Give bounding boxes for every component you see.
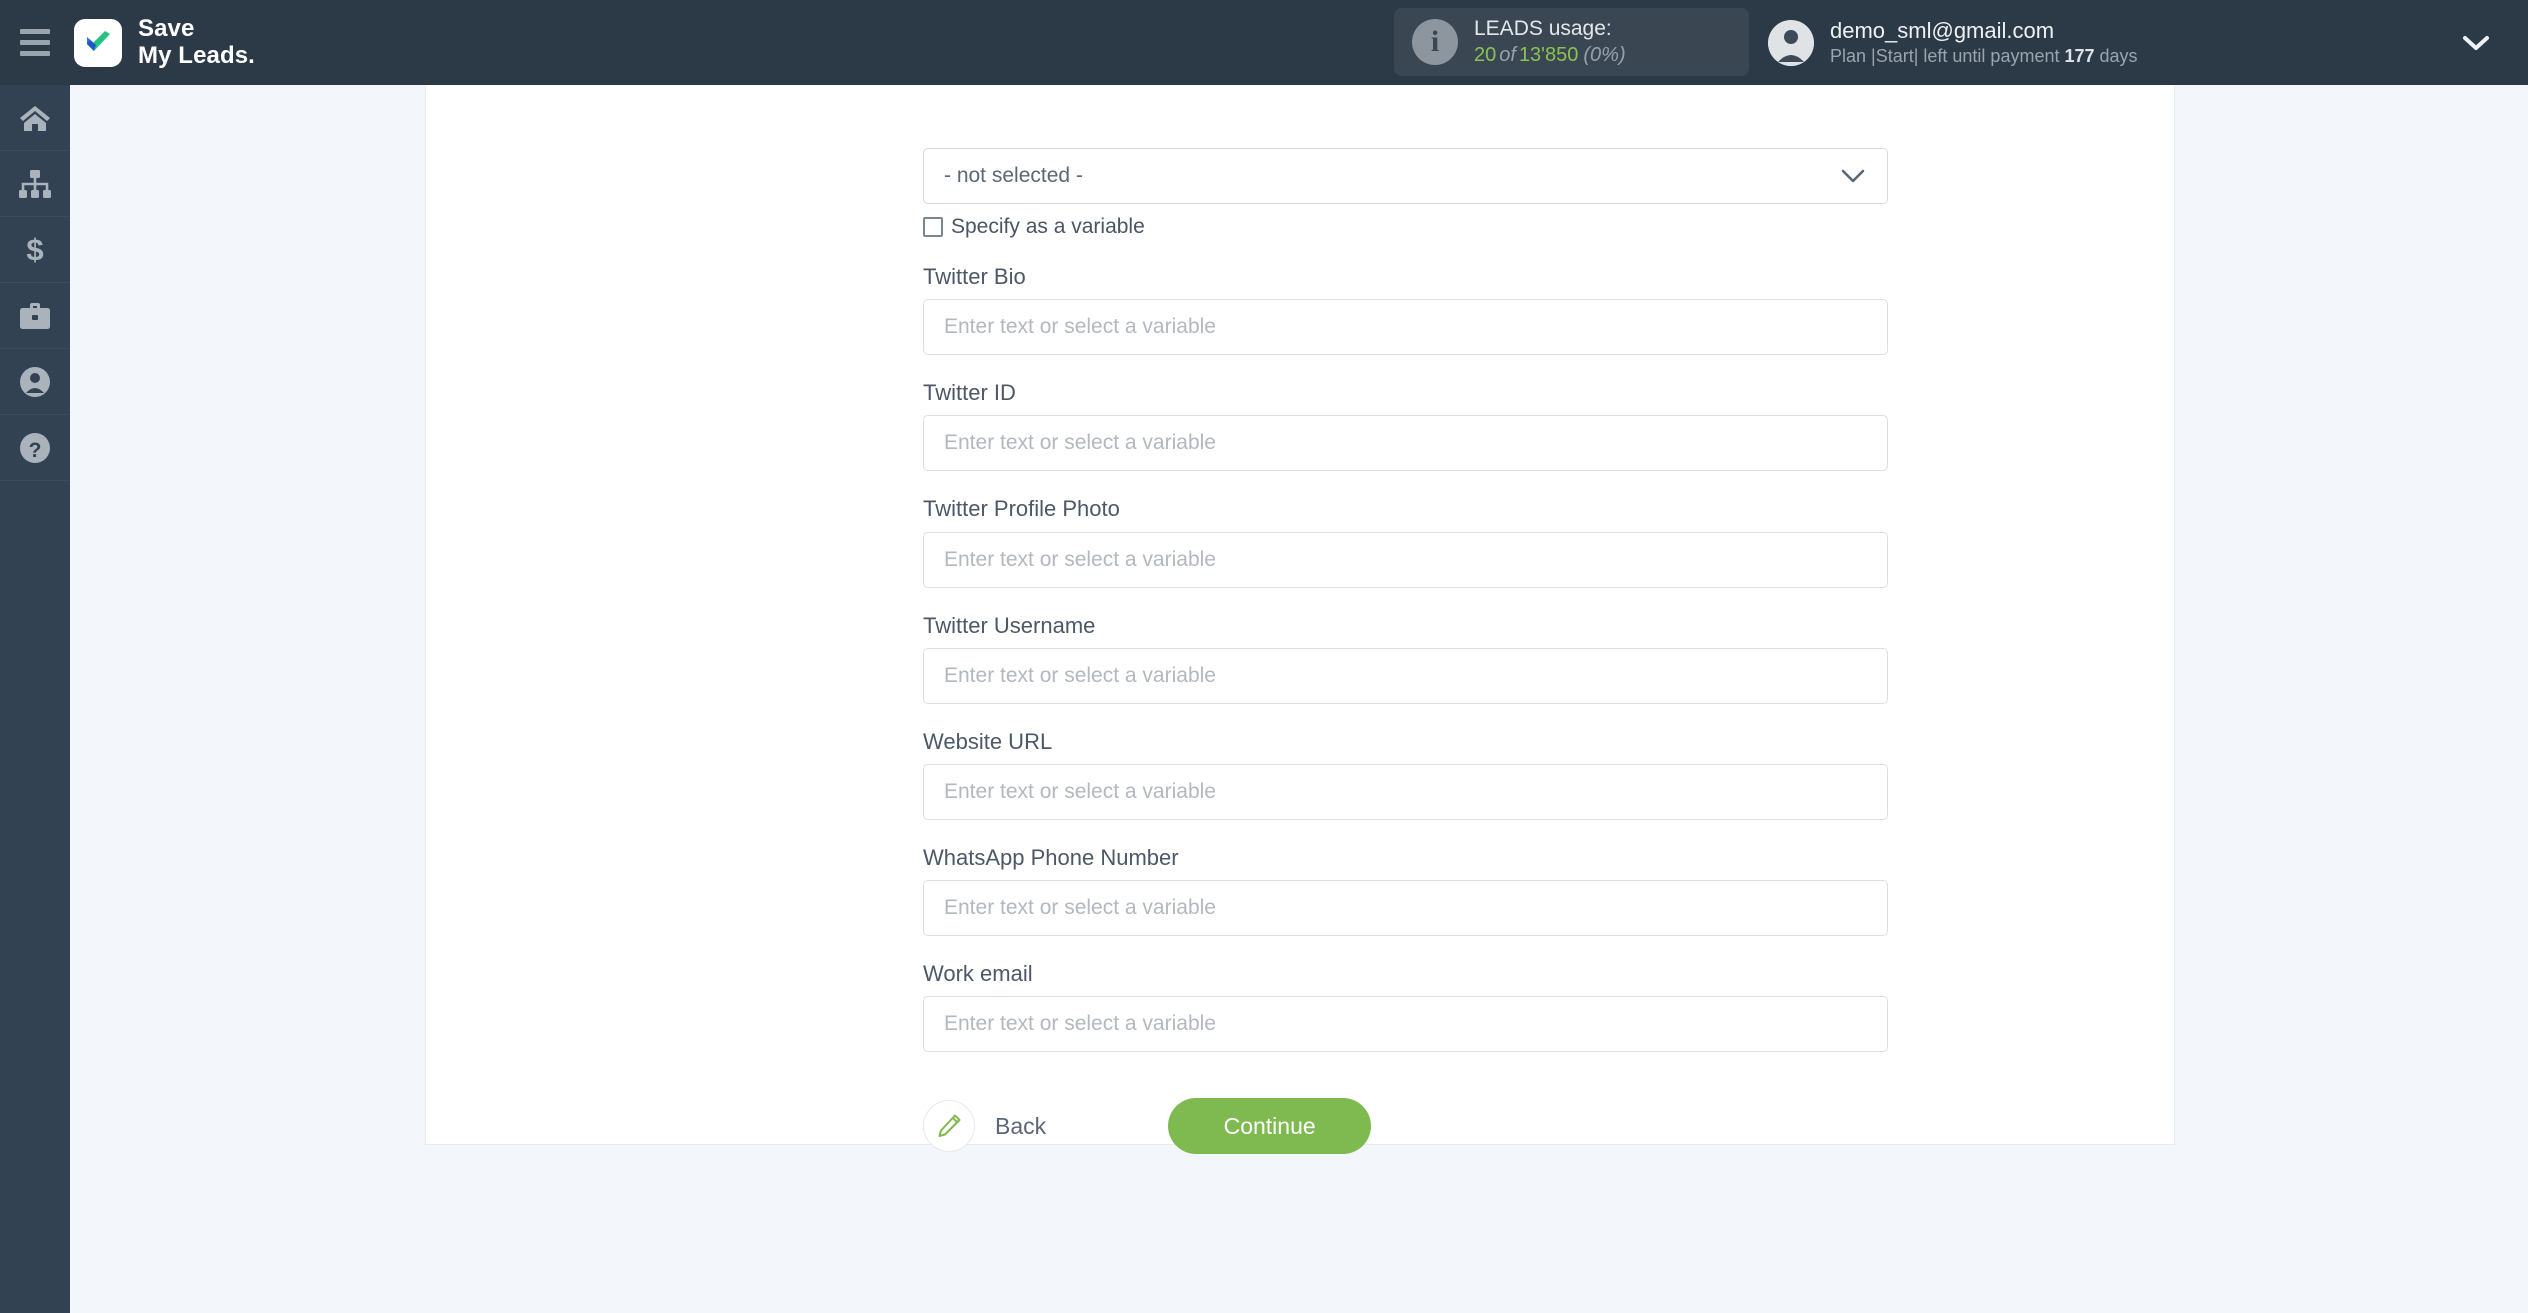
svg-text:$: $ <box>26 233 43 267</box>
sidebar-item-profile[interactable] <box>0 349 70 415</box>
hamburger-bar <box>20 51 50 56</box>
field-mapping-form: - not selected - Specify as a variable T… <box>923 148 1888 1155</box>
back-button[interactable]: Back <box>923 1100 1047 1153</box>
usage-values: 20 of 13'850 (0%) <box>1474 43 1626 69</box>
hamburger-icon[interactable] <box>0 0 70 85</box>
content-card: - not selected - Specify as a variable T… <box>425 85 2175 1155</box>
field-input-twitter-profile-photo[interactable] <box>923 531 1888 588</box>
specify-as-variable-checkbox[interactable] <box>923 217 943 237</box>
field-label: Website URL <box>923 728 1053 754</box>
user-avatar-icon <box>1768 19 1814 66</box>
account-email: demo_sml@gmail.com <box>1830 17 2055 43</box>
field-label: Twitter Profile Photo <box>923 496 1120 522</box>
account-plan-info: Plan |Start| left until payment 177 days <box>1830 45 2138 68</box>
brand-logo-block[interactable]: Save My Leads. <box>74 14 255 70</box>
field-group: Twitter ID <box>923 380 1888 472</box>
sidebar: $ ? <box>0 85 70 1313</box>
briefcase-icon <box>18 301 52 331</box>
sidebar-item-help[interactable]: ? <box>0 415 70 481</box>
info-icon: i <box>1412 19 1458 65</box>
field-group: Website URL <box>923 728 1888 820</box>
field-label: Work email <box>923 961 1033 987</box>
sidebar-item-connections[interactable] <box>0 151 70 217</box>
field-label: Twitter ID <box>923 380 1016 406</box>
dollar-icon: $ <box>18 233 52 267</box>
field-input-website-url[interactable] <box>923 763 1888 820</box>
plan-suffix: days <box>2094 46 2138 67</box>
hamburger-bar <box>20 29 50 34</box>
field-input-whatsapp-phone-number[interactable] <box>923 880 1888 937</box>
chevron-down-icon[interactable] <box>1841 169 1865 183</box>
field-group: Twitter Bio <box>923 264 1888 356</box>
field-input-twitter-id[interactable] <box>923 415 1888 472</box>
field-group: Work email <box>923 961 1888 1053</box>
field-input-twitter-bio[interactable] <box>923 299 1888 356</box>
usage-used: 20 <box>1474 43 1497 66</box>
account-text-block: demo_sml@gmail.com Plan |Start| left unt… <box>1830 17 2138 69</box>
continue-button[interactable]: Continue <box>1168 1098 1372 1155</box>
field-label: Twitter Bio <box>923 264 1026 289</box>
form-actions: Back Continue <box>923 1098 1888 1155</box>
usage-total: 13'850 <box>1518 43 1579 66</box>
field-label: WhatsApp Phone Number <box>923 844 1179 870</box>
sidebar-item-billing[interactable]: $ <box>0 217 70 283</box>
field-group: Twitter Username <box>923 612 1888 704</box>
field-label: Twitter Username <box>923 612 1096 638</box>
usage-percent: (0%) <box>1583 43 1626 66</box>
usage-text-block: LEADS usage: 20 of 13'850 (0%) <box>1474 16 1626 68</box>
app-header: Save My Leads. i LEADS usage: 20 of 13'850… <box>0 0 2528 85</box>
hamburger-bar <box>20 40 50 45</box>
usage-title: LEADS usage: <box>1474 16 1612 40</box>
back-label: Back <box>995 1112 1047 1139</box>
account-menu[interactable]: demo_sml@gmail.com Plan |Start| left unt… <box>1768 0 2138 85</box>
brand-name: Save My Leads. <box>138 14 255 69</box>
sidebar-item-services[interactable] <box>0 283 70 349</box>
field-group: Twitter Profile Photo <box>923 496 1888 588</box>
chevron-down-icon[interactable] <box>2456 0 2496 85</box>
sidebar-item-home[interactable] <box>0 85 70 151</box>
home-icon <box>18 101 52 135</box>
usage-of: of <box>1499 43 1516 66</box>
field-group: WhatsApp Phone Number <box>923 844 1888 937</box>
specify-as-variable-row[interactable]: Specify as a variable <box>923 215 1888 239</box>
svg-text:?: ? <box>29 439 42 462</box>
target-select-value: - not selected - <box>944 164 1083 187</box>
checkmark-logo-icon <box>74 18 122 67</box>
plan-days: 177 <box>2064 46 2095 67</box>
user-icon <box>19 366 51 398</box>
specify-as-variable-label: Specify as a variable <box>951 215 1145 238</box>
pencil-icon <box>923 1100 975 1153</box>
field-input-work-email[interactable] <box>923 996 1888 1053</box>
target-select[interactable]: - not selected - <box>923 148 1888 204</box>
leads-usage-badge[interactable]: i LEADS usage: 20 of 13'850 (0%) <box>1394 8 1749 76</box>
question-circle-icon: ? <box>19 432 51 464</box>
plan-prefix: Plan |Start| left until payment <box>1830 46 2065 67</box>
field-input-twitter-username[interactable] <box>923 647 1888 704</box>
sitemap-icon <box>18 169 52 199</box>
